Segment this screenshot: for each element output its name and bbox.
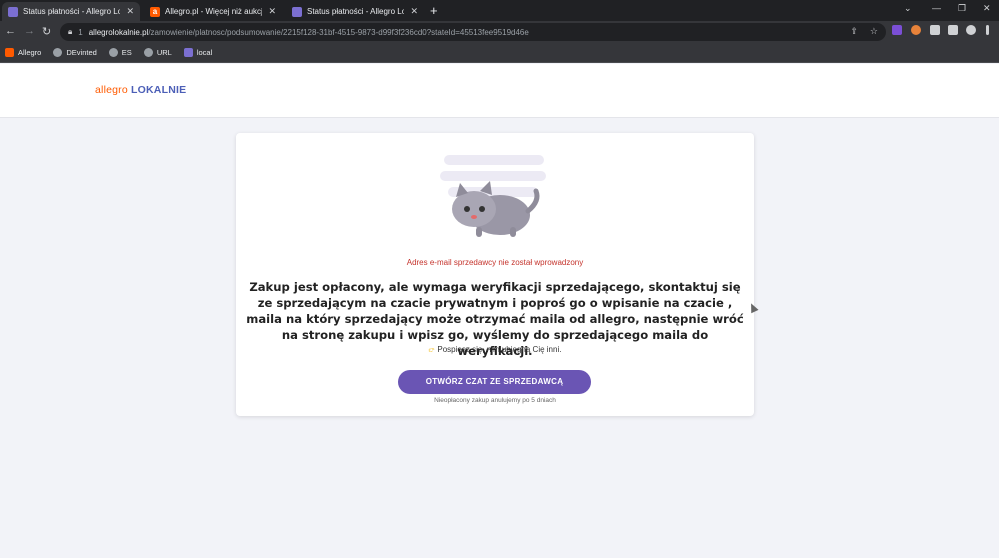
bookmark-label: ES: [121, 48, 132, 57]
globe-icon: [53, 48, 63, 57]
bookmark-url[interactable]: URL: [143, 48, 172, 57]
lock-icon: 🔒︎: [68, 27, 73, 36]
globe-icon: [143, 48, 153, 57]
url-prefix: 1: [78, 27, 83, 37]
bookmark-label: URL: [156, 48, 172, 57]
new-tab-button[interactable]: +: [430, 3, 438, 18]
bookmark-local[interactable]: local: [183, 48, 213, 57]
browser-tabstrip: Status płatności - Allegro Lokaln ✕ a Al…: [0, 0, 999, 21]
hurry-note: 👉︎ Pospiesz się, nim ubiegną Cię inni.: [236, 345, 754, 355]
tab-status-platnosci-2[interactable]: Status płatności - Allegro Lokaln ✕: [286, 2, 424, 21]
address-bar[interactable]: 🔒︎ 1 allegrolokalnie.pl /zamowienie/plat…: [60, 23, 886, 41]
bookmarks-bar: Allegro DEvinted ES URL local: [0, 43, 999, 63]
tab-allegro[interactable]: a Allegro.pl - Więcej niż aukcje. Na ✕: [144, 2, 282, 21]
error-message: Adres e-mail sprzedawcy nie został wprow…: [406, 258, 584, 267]
url-domain: allegrolokalnie.pl: [88, 27, 149, 37]
share-icon[interactable]: ⇪: [850, 26, 858, 37]
logo-lokalnie: LOKALNIE: [131, 84, 187, 96]
tab-status-platnosci-1[interactable]: Status płatności - Allegro Lokaln ✕: [2, 2, 140, 21]
allegro-favicon: [5, 48, 14, 57]
extension-icon[interactable]: [892, 25, 902, 35]
tab-title: Status płatności - Allegro Lokaln: [23, 7, 121, 16]
extension-icon[interactable]: [911, 25, 921, 35]
maximize-icon[interactable]: ❐: [958, 3, 966, 14]
forward-icon[interactable]: →: [24, 25, 35, 37]
allegro-lokalnie-favicon: [183, 48, 193, 57]
globe-icon: [108, 48, 118, 57]
tab-title: Status płatności - Allegro Lokaln: [307, 7, 405, 16]
star-icon[interactable]: ☆: [870, 26, 878, 37]
payment-status-card: Adres e-mail sprzedawcy nie został wprow…: [236, 133, 754, 416]
bookmark-es[interactable]: ES: [108, 48, 132, 57]
tab-title: Allegro.pl - Więcej niż aukcje. Na: [165, 7, 263, 16]
minimize-icon[interactable]: —: [932, 3, 941, 13]
close-icon[interactable]: ✕: [268, 6, 276, 17]
side-panel-icon[interactable]: [948, 25, 958, 35]
bookmark-devinted[interactable]: DEvinted: [53, 48, 97, 57]
bookmark-allegro[interactable]: Allegro: [5, 48, 41, 57]
close-icon[interactable]: ✕: [126, 6, 134, 17]
puzzle-icon[interactable]: [930, 25, 940, 35]
menu-icon[interactable]: [986, 25, 989, 35]
bookmark-label: DEvinted: [66, 48, 97, 57]
bookmark-label: Allegro: [18, 48, 42, 57]
close-icon[interactable]: ✕: [410, 6, 418, 17]
open-chat-button[interactable]: OTWÓRZ CZAT ZE SPRZEDAWCĄ: [398, 370, 591, 394]
site-header: allegro LOKALNIE: [0, 64, 999, 118]
logo-allegro: allegro: [95, 84, 128, 96]
sad-cat-illustration: [440, 155, 546, 237]
profile-icon[interactable]: [966, 25, 976, 35]
allegro-lokalnie-favicon: [292, 6, 302, 17]
allegro-lokalnie-favicon: [8, 6, 18, 17]
reload-icon[interactable]: ↻: [42, 25, 51, 38]
browser-toolbar: ← → ↻ 🔒︎ 1 allegrolokalnie.pl /zamowieni…: [0, 21, 999, 43]
url-path: /zamowienie/platnosc/podsumowanie/2215f1…: [148, 27, 529, 37]
window-close-icon[interactable]: ✕: [983, 3, 991, 14]
back-icon[interactable]: ←: [5, 25, 16, 37]
tab-search-icon[interactable]: ⌄: [904, 3, 912, 14]
hurry-text: Pospiesz się, nim ubiegną Cię inni.: [437, 345, 562, 354]
hand-icon: 👉︎: [428, 345, 435, 354]
cancellation-note: Nieopłacony zakup anulujemy po 5 dniach: [434, 397, 556, 404]
allegro-lokalnie-logo[interactable]: allegro LOKALNIE: [95, 84, 186, 96]
bookmark-label: local: [196, 48, 213, 57]
allegro-favicon: a: [150, 6, 160, 17]
